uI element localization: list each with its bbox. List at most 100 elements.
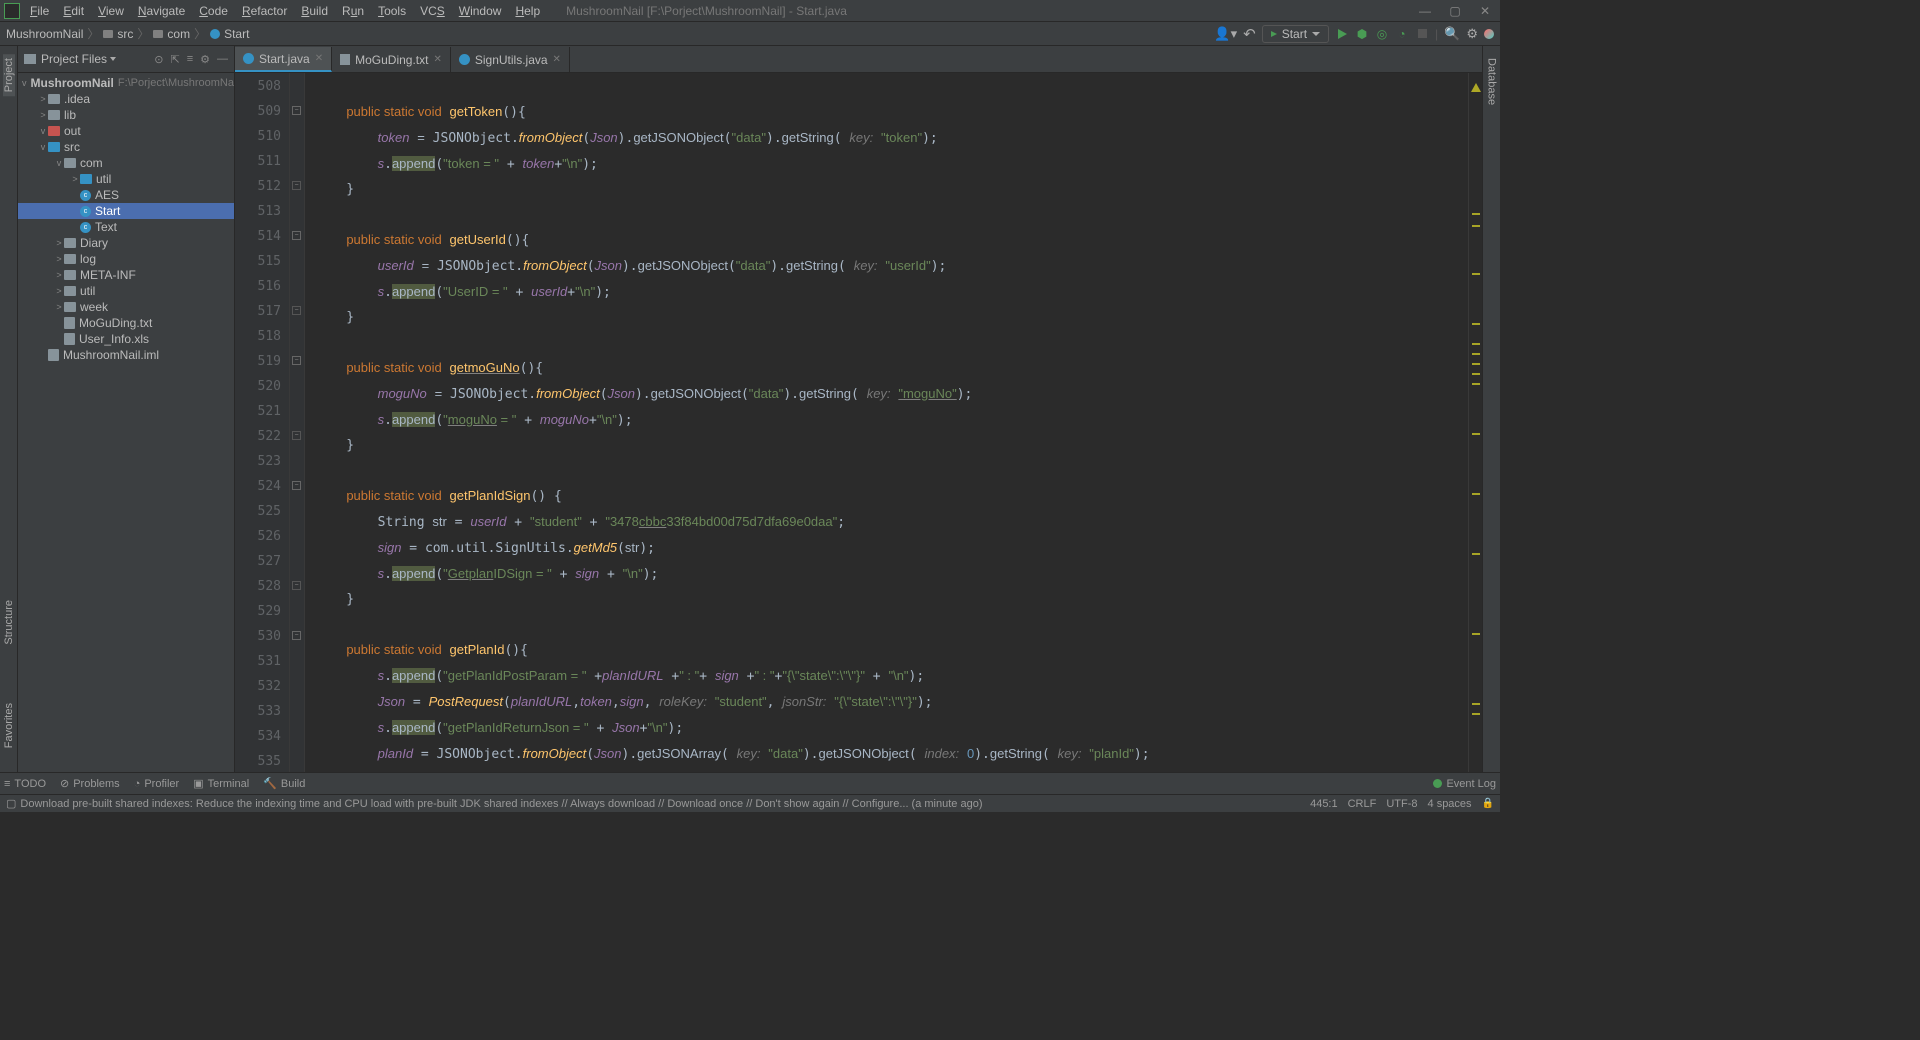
tree-item[interactable]: >Diary — [18, 235, 234, 251]
collapse-all-icon[interactable]: ≡ — [187, 53, 193, 65]
event-log-tab[interactable]: Event Log — [1446, 778, 1496, 790]
title-bar: File Edit View Navigate Code Refactor Bu… — [0, 0, 1500, 22]
editor-area: Start.java✕MoGuDing.txt✕SignUtils.java✕ … — [235, 46, 1482, 772]
expand-all-icon[interactable]: ⇱ — [170, 53, 179, 66]
run-button[interactable] — [1335, 27, 1349, 41]
run-config-label: Start — [1282, 27, 1307, 41]
user-icon[interactable]: 👤▾ — [1214, 26, 1237, 42]
tree-item[interactable]: MushroomNail.iml — [18, 347, 234, 363]
window-title: MushroomNail [F:\Porject\MushroomNail] -… — [566, 4, 847, 18]
select-opened-file-icon[interactable]: ⊙ — [154, 53, 163, 66]
tree-root[interactable]: v MushroomNail F:\Porject\MushroomNa — [18, 75, 234, 91]
project-view-selector[interactable]: Project Files — [41, 52, 116, 66]
profiler-tab[interactable]: ◔ Profiler — [134, 778, 180, 790]
maximize-button[interactable]: ▢ — [1440, 0, 1470, 22]
cursor-position[interactable]: 445:1 — [1310, 798, 1338, 810]
terminal-tab[interactable]: ▣ Terminal — [193, 777, 249, 790]
menu-navigate[interactable]: Navigate — [132, 2, 191, 20]
menu-refactor[interactable]: Refactor — [236, 2, 293, 20]
status-icon[interactable]: ▢ — [6, 797, 16, 810]
tree-item[interactable]: cStart — [18, 203, 234, 219]
class-icon — [210, 29, 220, 39]
editor-tab[interactable]: SignUtils.java✕ — [451, 47, 570, 72]
file-encoding[interactable]: UTF-8 — [1386, 798, 1417, 810]
tree-item[interactable]: >.idea — [18, 91, 234, 107]
debug-button[interactable]: ⬢ — [1355, 27, 1369, 41]
problems-tab[interactable]: ⊘ Problems — [60, 777, 120, 790]
menu-code[interactable]: Code — [193, 2, 234, 20]
tree-item[interactable]: cAES — [18, 187, 234, 203]
menu-edit[interactable]: Edit — [57, 2, 90, 20]
close-button[interactable]: ✕ — [1470, 0, 1500, 22]
menu-file[interactable]: File — [24, 2, 55, 20]
dropdown-icon — [110, 57, 116, 61]
menu-vcs[interactable]: VCS — [414, 2, 451, 20]
status-message[interactable]: Download pre-built shared indexes: Reduc… — [20, 798, 1310, 810]
hide-icon[interactable]: — — [217, 53, 228, 65]
run-icon — [1271, 31, 1277, 37]
menu-build[interactable]: Build — [295, 2, 334, 20]
settings-icon[interactable]: ⚙ — [1466, 26, 1478, 42]
main-menu: File Edit View Navigate Code Refactor Bu… — [24, 2, 546, 20]
stop-button[interactable] — [1415, 27, 1429, 41]
tree-item[interactable]: >week — [18, 299, 234, 315]
line-number-gutter[interactable]: 508 509 510 511 512 513 514 515 516 517 … — [235, 73, 290, 772]
search-icon[interactable]: 🔍 — [1444, 26, 1460, 42]
run-config-selector[interactable]: Start — [1262, 25, 1329, 43]
favorites-tool-tab[interactable]: Favorites — [3, 699, 15, 752]
status-bar: ▢ Download pre-built shared indexes: Red… — [0, 794, 1500, 812]
tree-item[interactable]: MoGuDing.txt — [18, 315, 234, 331]
editor-tab[interactable]: Start.java✕ — [235, 47, 332, 72]
bottom-tool-tabs: ≡ TODO ⊘ Problems ◔ Profiler ▣ Terminal … — [0, 772, 1500, 794]
crumb-3[interactable]: Start — [224, 27, 249, 41]
settings-icon[interactable]: ⚙ — [200, 53, 210, 66]
build-tab[interactable]: 🔨 Build — [263, 777, 305, 790]
tree-item[interactable]: cText — [18, 219, 234, 235]
crumb-1[interactable]: src — [117, 27, 133, 41]
nav-back-icon[interactable]: ↶ — [1243, 25, 1256, 43]
folder-icon — [153, 30, 163, 38]
todo-tab[interactable]: ≡ TODO — [4, 778, 46, 790]
code-with-me-icon[interactable] — [1484, 29, 1494, 39]
folder-icon — [24, 54, 36, 64]
tree-item[interactable]: >META-INF — [18, 267, 234, 283]
menu-view[interactable]: View — [92, 2, 130, 20]
navigation-bar: MushroomNail〉 src〉 com〉 Start 👤▾ ↶ Start… — [0, 22, 1500, 46]
dropdown-icon — [1312, 32, 1320, 36]
line-separator[interactable]: CRLF — [1348, 798, 1377, 810]
tree-item[interactable]: vcom — [18, 155, 234, 171]
tree-item[interactable]: >util — [18, 283, 234, 299]
tree-item[interactable]: >log — [18, 251, 234, 267]
menu-run[interactable]: Run — [336, 2, 370, 20]
tree-item[interactable]: User_Info.xls — [18, 331, 234, 347]
breadcrumb[interactable]: MushroomNail〉 src〉 com〉 Start — [6, 25, 249, 42]
tree-item[interactable]: vout — [18, 123, 234, 139]
editor-tab[interactable]: MoGuDing.txt✕ — [332, 47, 451, 72]
warning-icon — [1471, 83, 1481, 92]
code-editor[interactable]: public static void getToken(){ token = J… — [305, 73, 1468, 772]
menu-window[interactable]: Window — [453, 2, 508, 20]
folder-icon — [103, 30, 113, 38]
profile-button[interactable]: ◔ — [1395, 27, 1409, 41]
right-tool-tabs: Database — [1482, 46, 1500, 772]
project-tool-tab[interactable]: Project — [3, 54, 15, 96]
readonly-lock-icon[interactable]: 🔒 — [1482, 798, 1494, 810]
error-stripe[interactable] — [1468, 73, 1482, 772]
menu-tools[interactable]: Tools — [372, 2, 412, 20]
crumb-0[interactable]: MushroomNail — [6, 27, 83, 41]
structure-tool-tab[interactable]: Structure — [3, 596, 15, 649]
minimize-button[interactable]: — — [1410, 0, 1440, 22]
indent-info[interactable]: 4 spaces — [1428, 798, 1472, 810]
left-tool-tabs: Project Structure Favorites — [0, 46, 18, 772]
tree-item[interactable]: vsrc — [18, 139, 234, 155]
event-log-icon — [1433, 779, 1442, 788]
project-tree[interactable]: v MushroomNail F:\Porject\MushroomNa >.i… — [18, 73, 234, 772]
fold-gutter[interactable]: −−−−−−−−− — [290, 73, 305, 772]
database-tool-tab[interactable]: Database — [1486, 54, 1498, 109]
menu-help[interactable]: Help — [509, 2, 546, 20]
tree-item[interactable]: >util — [18, 171, 234, 187]
tree-item[interactable]: >lib — [18, 107, 234, 123]
coverage-button[interactable]: ◎ — [1375, 27, 1389, 41]
app-icon — [4, 3, 20, 19]
crumb-2[interactable]: com — [167, 27, 190, 41]
